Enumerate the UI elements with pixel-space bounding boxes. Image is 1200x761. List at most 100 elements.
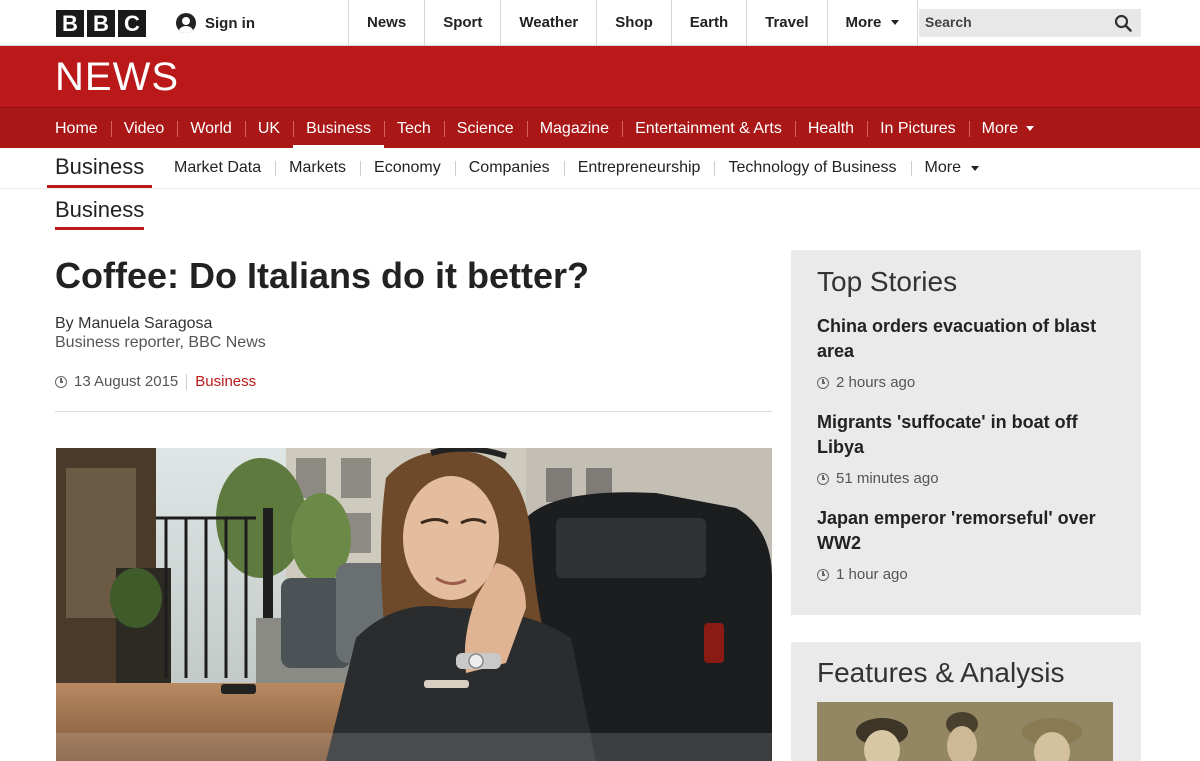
section-nav: Home Video World UK Business Tech Scienc… xyxy=(0,107,1200,149)
news-logo[interactable]: NEWS xyxy=(55,57,179,97)
story-time: 51 minutes ago xyxy=(836,470,939,487)
article-photo xyxy=(56,448,772,761)
subnav-economy[interactable]: Economy xyxy=(360,148,455,188)
business-subnav: Business Market Data Markets Economy Com… xyxy=(0,148,1200,189)
story-title[interactable]: Japan emperor 'remorseful' over WW2 xyxy=(817,506,1117,556)
article-meta: 13 August 2015 Business xyxy=(55,373,256,390)
nav-label: Weather xyxy=(519,14,579,31)
nav-label: Earth xyxy=(689,14,729,31)
nav-label: Video xyxy=(123,119,165,137)
nav-label: Home xyxy=(55,119,98,137)
section-nav-health[interactable]: Health xyxy=(794,108,867,149)
chevron-down-icon xyxy=(1026,126,1035,131)
nav-label: Shop xyxy=(615,14,653,31)
chevron-down-icon xyxy=(971,165,979,171)
section-nav-tech[interactable]: Tech xyxy=(383,108,444,149)
user-icon xyxy=(176,13,196,33)
photo-illustration xyxy=(56,448,772,761)
nav-label: Business xyxy=(306,119,371,137)
global-header: B B C Sign in News Sport Weather Shop Ea… xyxy=(0,0,1200,46)
nav-label: In Pictures xyxy=(880,119,956,137)
story-timestamp: 2 hours ago xyxy=(817,374,1117,391)
nav-label: Market Data xyxy=(174,159,262,176)
story-title[interactable]: China orders evacuation of blast area xyxy=(817,314,1117,364)
search-input[interactable]: Search xyxy=(919,9,1141,37)
features-heading: Features & Analysis xyxy=(817,657,1065,688)
section-label[interactable]: Business xyxy=(55,197,145,230)
nav-label: More xyxy=(845,14,882,31)
features-panel: Features & Analysis xyxy=(791,642,1141,761)
article-section-link[interactable]: Business xyxy=(195,373,256,390)
nav-label: Tech xyxy=(396,119,431,137)
clock-icon xyxy=(817,472,829,485)
global-nav-travel[interactable]: Travel xyxy=(746,0,826,45)
nav-label: Entertainment & Arts xyxy=(635,119,782,137)
section-nav-in-pictures[interactable]: In Pictures xyxy=(867,108,969,149)
clock-icon xyxy=(55,375,67,388)
section-nav-more[interactable]: More xyxy=(968,108,1047,149)
nav-label: UK xyxy=(257,119,281,137)
subnav-technology-of-business[interactable]: Technology of Business xyxy=(714,148,910,188)
nav-label: More xyxy=(924,159,961,176)
global-nav: News Sport Weather Shop Earth Travel Mor… xyxy=(348,0,919,45)
nav-label: Travel xyxy=(765,14,809,31)
section-nav-world[interactable]: World xyxy=(177,108,245,149)
story-item[interactable]: Migrants 'suffocate' in boat off Libya 5… xyxy=(817,410,1117,487)
chevron-down-icon xyxy=(891,20,900,25)
global-nav-news[interactable]: News xyxy=(348,0,424,45)
logo-block: B xyxy=(56,10,84,37)
story-title[interactable]: Migrants 'suffocate' in boat off Libya xyxy=(817,410,1117,460)
nav-label: Economy xyxy=(374,159,441,176)
news-masthead: NEWS xyxy=(0,46,1200,107)
nav-label: News xyxy=(367,14,407,31)
section-nav-video[interactable]: Video xyxy=(110,108,178,149)
global-nav-weather[interactable]: Weather xyxy=(500,0,596,45)
section-nav-magazine[interactable]: Magazine xyxy=(526,108,622,149)
story-item[interactable]: China orders evacuation of blast area 2 … xyxy=(817,314,1117,391)
clock-icon xyxy=(817,376,829,389)
feature-photo xyxy=(817,702,1113,761)
story-time: 2 hours ago xyxy=(836,374,916,391)
article-headline: Coffee: Do Italians do it better? xyxy=(55,255,590,296)
nav-label: Sport xyxy=(443,14,483,31)
story-time: 1 hour ago xyxy=(836,566,908,583)
nav-label: Entrepreneurship xyxy=(577,159,701,176)
byline-author: By Manuela Saragosa xyxy=(55,315,213,332)
subnav-companies[interactable]: Companies xyxy=(454,148,564,188)
sign-in-label: Sign in xyxy=(205,14,255,32)
nav-label: Markets xyxy=(289,159,347,176)
bbc-logo[interactable]: B B C xyxy=(56,10,146,37)
global-nav-earth[interactable]: Earth xyxy=(670,0,746,45)
feature-thumbnail[interactable] xyxy=(817,702,1113,761)
subnav-market-data[interactable]: Market Data xyxy=(160,148,275,188)
section-nav-uk[interactable]: UK xyxy=(244,108,293,149)
global-nav-more[interactable]: More xyxy=(826,0,919,45)
global-nav-sport[interactable]: Sport xyxy=(424,0,500,45)
global-nav-shop[interactable]: Shop xyxy=(596,0,671,45)
subnav-business-label[interactable]: Business xyxy=(47,148,153,188)
section-nav-entertainment[interactable]: Entertainment & Arts xyxy=(622,108,795,149)
search-placeholder: Search xyxy=(925,14,972,30)
divider xyxy=(186,373,188,390)
nav-label: Technology of Business xyxy=(728,159,897,176)
top-stories-heading: Top Stories xyxy=(817,266,958,297)
subnav-title: Business xyxy=(55,154,145,179)
subnav-more[interactable]: More xyxy=(910,148,993,188)
logo-block: B xyxy=(87,10,115,37)
section-nav-home[interactable]: Home xyxy=(42,108,111,149)
nav-label: World xyxy=(190,119,232,137)
section-nav-business[interactable]: Business xyxy=(293,108,384,149)
subnav-markets[interactable]: Markets xyxy=(275,148,360,188)
story-item[interactable]: Japan emperor 'remorseful' over WW2 1 ho… xyxy=(817,506,1117,583)
clock-icon xyxy=(817,568,829,581)
story-timestamp: 1 hour ago xyxy=(817,566,1117,583)
search-icon[interactable] xyxy=(1114,14,1132,32)
subnav-entrepreneurship[interactable]: Entrepreneurship xyxy=(563,148,715,188)
sign-in-link[interactable]: Sign in xyxy=(176,13,255,33)
article-date: 13 August 2015 xyxy=(74,373,179,390)
nav-label: Magazine xyxy=(539,119,610,137)
nav-label: Health xyxy=(807,119,855,137)
section-nav-science[interactable]: Science xyxy=(443,108,527,149)
story-timestamp: 51 minutes ago xyxy=(817,470,1117,487)
logo-block: C xyxy=(118,10,146,37)
